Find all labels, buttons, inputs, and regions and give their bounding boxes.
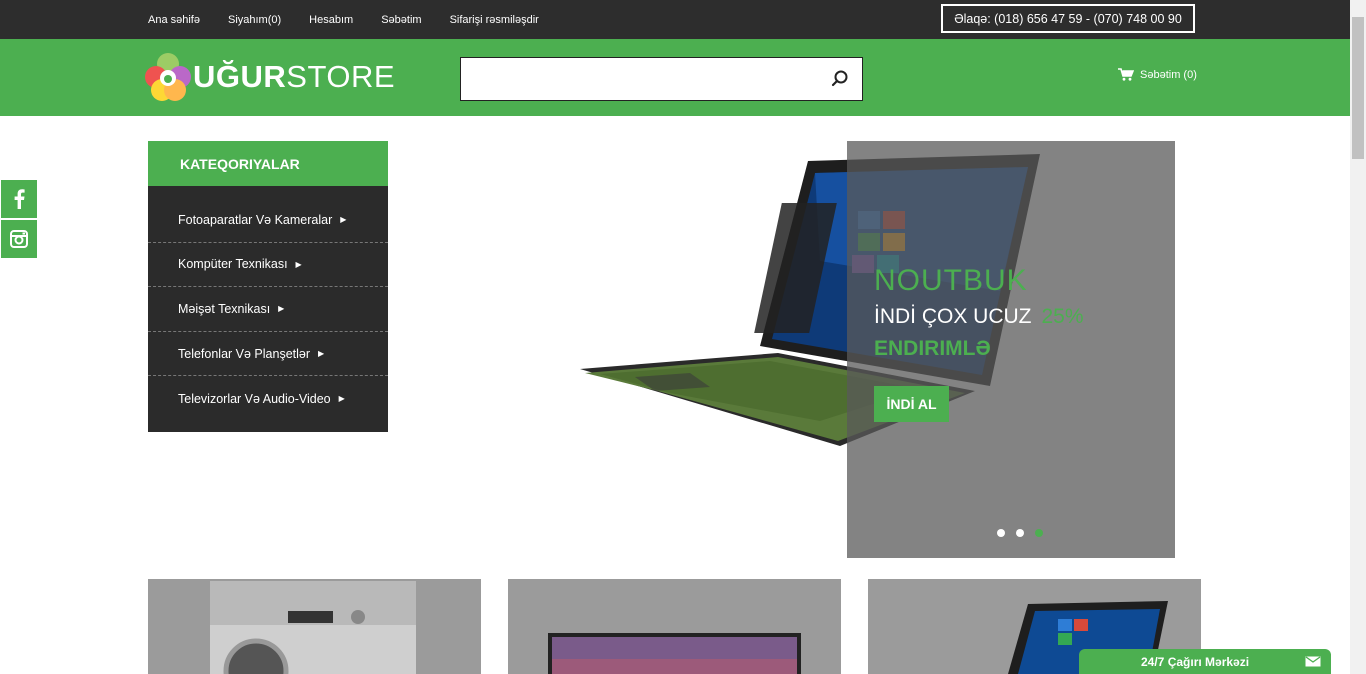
logo[interactable]: UĞURSTORE (145, 51, 395, 103)
slide-title: NOUTBUK (874, 264, 1028, 297)
caret-right-icon: ▶ (338, 394, 345, 404)
category-item-phones[interactable]: Telefonlar Və Planşetlər ▶ (148, 332, 388, 377)
slide-discount: ENDIRIMLƏ (874, 337, 991, 360)
category-label: Telefonlar Və Planşetlər (178, 346, 311, 361)
instagram-button[interactable] (1, 220, 37, 258)
category-label: Televizorlar Və Audio-Video (178, 391, 331, 406)
tv-image (548, 633, 801, 674)
category-label: Kompüter Texnikası (178, 257, 288, 272)
facebook-icon (14, 189, 25, 209)
category-item-appliances[interactable]: Məişət Texnikası ▶ (148, 287, 388, 332)
cart-icon (1118, 68, 1134, 81)
mail-icon (1305, 656, 1321, 667)
categories-menu: KATEQORIYALAR Fotoaparatlar Və Kameralar… (148, 141, 388, 432)
nav-account-link[interactable]: Hesabım (309, 14, 353, 26)
category-item-computers[interactable]: Kompüter Texnikası ▶ (148, 243, 388, 288)
search-icon[interactable] (830, 69, 850, 89)
facebook-button[interactable] (1, 180, 37, 218)
nav-home-link[interactable]: Ana səhifə (148, 14, 200, 26)
contact-phone: Əlaqə: (018) 656 47 59 - (070) 748 00 90 (941, 4, 1195, 33)
promo-tile-tv[interactable] (508, 579, 841, 674)
cart-label: Səbətim (0) (1140, 68, 1197, 81)
caret-right-icon: ▶ (340, 215, 347, 225)
nav-cart-link[interactable]: Səbətim (381, 14, 421, 26)
caret-right-icon: ▶ (318, 349, 325, 359)
washing-machine-image (210, 581, 416, 674)
caret-right-icon: ▶ (278, 304, 285, 314)
promo-tile-washer[interactable] (148, 579, 481, 674)
slider-dot[interactable] (1016, 529, 1024, 537)
categories-title: KATEQORIYALAR (148, 141, 388, 186)
category-item-tv-audio[interactable]: Televizorlar Və Audio-Video ▶ (148, 376, 388, 421)
buy-now-button[interactable]: İNDİ AL (874, 386, 949, 422)
header: UĞURSTORE Səbətim (0) (0, 39, 1350, 116)
nav-checkout-link[interactable]: Sifarişi rəsmiləşdir (450, 14, 539, 26)
category-label: Məişət Texnikası (178, 301, 271, 316)
category-label: Fotoaparatlar Və Kameralar (178, 212, 333, 227)
slide-subtitle: İNDİ ÇOX UCUZ 25% (874, 305, 1084, 328)
slider-dot-active[interactable] (1035, 529, 1043, 537)
scrollbar-thumb[interactable] (1352, 17, 1364, 159)
call-center-label: 24/7 Çağırı Mərkəzi (1141, 654, 1250, 669)
nav-wishlist-link[interactable]: Siyahım(0) (228, 14, 281, 26)
hero-slider[interactable]: NOUTBUK İNDİ ÇOX UCUZ 25% ENDIRIMLƏ İNDİ … (400, 141, 1175, 558)
slider-dot[interactable] (997, 529, 1005, 537)
search-box (460, 57, 863, 101)
slide-percent: 25% (1041, 305, 1084, 328)
categories-list: Fotoaparatlar Və Kameralar ▶ Kompüter Te… (148, 186, 388, 421)
caret-right-icon: ▶ (295, 259, 302, 269)
instagram-icon (10, 230, 28, 248)
top-nav: Ana səhifə Siyahım(0) Hesabım Səbətim Si… (148, 0, 539, 39)
top-bar: Ana səhifə Siyahım(0) Hesabım Səbətim Si… (0, 0, 1350, 39)
category-item-cameras[interactable]: Fotoaparatlar Və Kameralar ▶ (148, 198, 388, 243)
header-cart[interactable]: Səbətim (0) (1118, 68, 1197, 81)
search-input[interactable] (461, 58, 821, 100)
logo-text: UĞURSTORE (193, 59, 396, 94)
call-center-widget[interactable]: 24/7 Çağırı Mərkəzi (1079, 649, 1331, 674)
slider-dots (997, 529, 1043, 537)
logo-flower-icon (145, 53, 191, 101)
